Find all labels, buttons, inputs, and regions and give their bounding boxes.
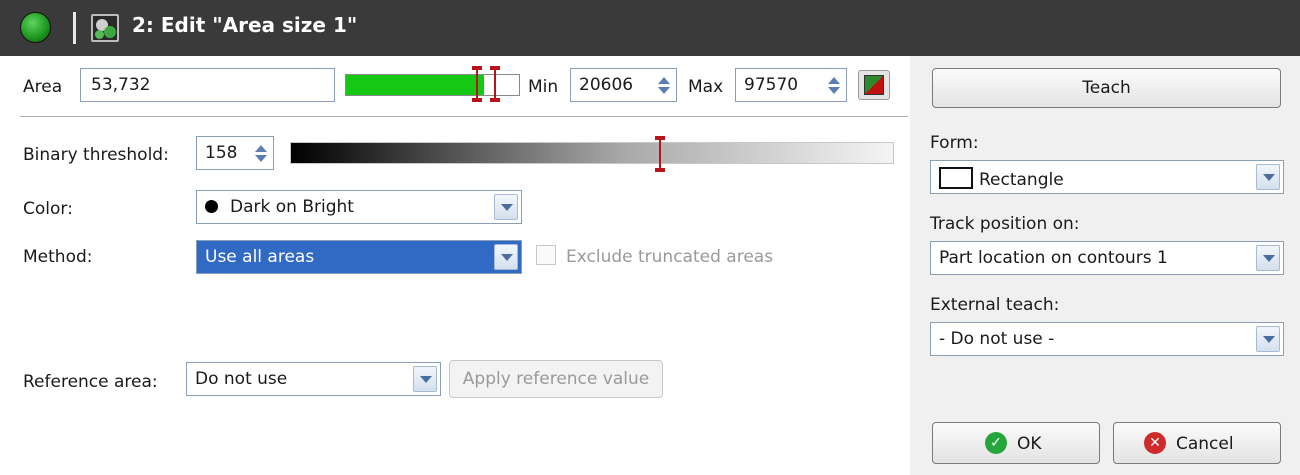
chevron-down-icon[interactable] — [494, 244, 518, 270]
checkmark-icon: ✓ — [985, 432, 1007, 454]
separator — [20, 116, 908, 117]
binary-threshold-label: Binary threshold: — [23, 145, 169, 165]
spin-down-icon[interactable] — [658, 86, 670, 94]
settings-panel: Area 53,732 Min 20606 Max 97570 Binary t… — [0, 56, 910, 475]
reference-area-value: Do not use — [195, 369, 288, 389]
spin-up-icon[interactable] — [255, 144, 267, 152]
track-position-label: Track position on: — [930, 214, 1080, 234]
chevron-down-icon[interactable] — [1256, 245, 1280, 271]
max-spinbox[interactable]: 97570 — [735, 68, 847, 102]
title-bar: 2: Edit "Area size 1" — [0, 0, 1300, 56]
color-dropdown-value: Dark on Bright — [205, 197, 354, 217]
chevron-down-icon[interactable] — [1256, 326, 1280, 352]
apply-reference-button[interactable]: Apply reference value — [449, 360, 663, 398]
chevron-down-icon[interactable] — [1256, 164, 1280, 190]
area-range-fill — [346, 75, 485, 95]
chevron-down-icon[interactable] — [413, 366, 437, 392]
method-dropdown[interactable]: Use all areas — [196, 240, 522, 274]
track-position-dropdown[interactable]: Part location on contours 1 — [930, 241, 1284, 275]
min-value: 20606 — [579, 75, 634, 95]
green-sphere-icon — [20, 12, 51, 43]
ok-button[interactable]: ✓ OK — [932, 422, 1100, 464]
min-spin-arrows[interactable] — [655, 72, 673, 98]
track-position-value: Part location on contours 1 — [939, 248, 1168, 268]
area-value-field[interactable]: 53,732 — [80, 68, 335, 102]
min-spinbox[interactable]: 20606 — [570, 68, 677, 102]
ok-label: OK — [1017, 434, 1042, 454]
max-value: 97570 — [744, 75, 799, 95]
blob-analysis-icon — [91, 14, 119, 42]
cancel-button[interactable]: ✕ Cancel — [1113, 422, 1281, 464]
spin-up-icon[interactable] — [828, 76, 840, 84]
title-divider — [73, 12, 76, 44]
reference-area-dropdown[interactable]: Do not use — [186, 362, 441, 396]
teach-button[interactable]: Teach — [932, 68, 1281, 108]
color-dropdown[interactable]: Dark on Bright — [196, 190, 522, 224]
form-dropdown-value: Rectangle — [939, 167, 1064, 190]
red-green-flag-icon — [864, 75, 884, 95]
chevron-down-icon[interactable] — [494, 194, 518, 220]
cancel-label: Cancel — [1176, 434, 1234, 454]
side-panel: Teach Form: Rectangle Track position on:… — [910, 56, 1300, 475]
threshold-spinbox[interactable]: 158 — [196, 136, 274, 170]
reset-range-button[interactable] — [858, 70, 890, 100]
method-dropdown-value: Use all areas — [205, 247, 315, 267]
form-dropdown[interactable]: Rectangle — [930, 160, 1284, 194]
area-max-marker[interactable] — [489, 66, 501, 102]
method-label: Method: — [23, 247, 93, 267]
spin-down-icon[interactable] — [255, 154, 267, 162]
black-dot-icon — [205, 200, 218, 213]
spin-up-icon[interactable] — [658, 76, 670, 84]
color-label: Color: — [23, 199, 73, 219]
area-min-marker[interactable] — [471, 66, 483, 102]
exclude-truncated-checkbox[interactable] — [536, 245, 556, 265]
threshold-spin-arrows[interactable] — [252, 140, 270, 166]
form-label: Form: — [930, 133, 979, 153]
external-teach-value: - Do not use - — [939, 329, 1055, 349]
spin-down-icon[interactable] — [828, 86, 840, 94]
rectangle-icon — [939, 167, 973, 189]
cancel-x-icon: ✕ — [1144, 432, 1166, 454]
window-title: 2: Edit "Area size 1" — [132, 13, 358, 37]
external-teach-label: External teach: — [930, 295, 1060, 315]
exclude-truncated-label: Exclude truncated areas — [566, 247, 774, 267]
external-teach-dropdown[interactable]: - Do not use - — [930, 322, 1284, 356]
threshold-value: 158 — [205, 143, 238, 163]
threshold-gradient-slider[interactable] — [290, 142, 894, 164]
min-label: Min — [528, 77, 559, 97]
area-label: Area — [23, 77, 63, 97]
reference-area-label: Reference area: — [23, 372, 158, 392]
max-label: Max — [688, 77, 724, 97]
threshold-marker[interactable] — [654, 136, 666, 172]
max-spin-arrows[interactable] — [825, 72, 843, 98]
